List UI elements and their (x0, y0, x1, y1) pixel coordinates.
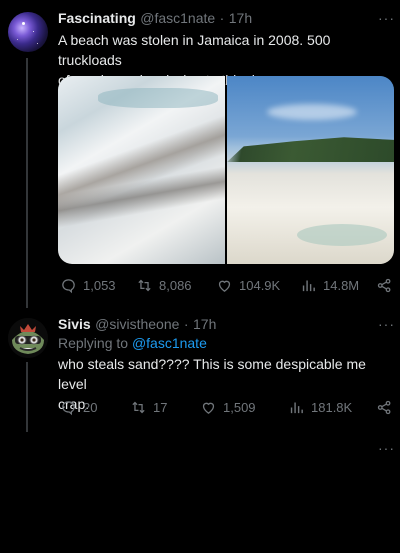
reply-icon (62, 401, 75, 416)
tweet-text-line: A beach was stolen in Jamaica in 2008. 5… (58, 32, 331, 68)
more-options-icon[interactable]: ··· (378, 10, 395, 26)
retweet-icon (132, 401, 145, 414)
tweet-header: Fascinating @fasc1nate · 17h (58, 10, 252, 28)
timestamp[interactable]: 17h (229, 10, 252, 26)
like-button[interactable]: 1,509 (200, 399, 256, 416)
retweet-icon (138, 279, 151, 292)
reply-text-line: who steals sand???? This is some despica… (58, 356, 366, 392)
retweet-button[interactable]: 17 (130, 399, 167, 416)
view-count: 14.8M (323, 278, 360, 293)
separator: · (219, 10, 225, 26)
reply-count: 1,053 (83, 278, 116, 293)
heart-icon (218, 280, 231, 292)
heart-icon (202, 402, 215, 414)
share-icon (377, 278, 391, 293)
more-options-icon[interactable]: ··· (378, 440, 395, 456)
views-button[interactable]: 14.8M (300, 277, 359, 294)
like-button[interactable]: 104.9K (216, 277, 280, 294)
replying-to: Replying to @fasc1nate (58, 335, 207, 351)
share-button[interactable] (376, 277, 393, 294)
replying-to-link[interactable]: @fasc1nate (132, 335, 207, 351)
cartoon-avatar-icon (8, 318, 48, 358)
avatar[interactable] (8, 318, 48, 358)
more-options-icon[interactable]: ··· (378, 316, 395, 332)
thread-line (26, 362, 28, 432)
views-icon (302, 280, 315, 292)
reply-icon (62, 279, 75, 294)
author-name[interactable]: Fascinating (58, 10, 136, 26)
share-icon (377, 400, 391, 415)
views-button[interactable]: 181.8K (288, 399, 352, 416)
retweet-count: 17 (153, 400, 168, 415)
beach-photo-left[interactable] (58, 76, 225, 264)
author-name[interactable]: Sivis (58, 316, 91, 332)
separator: · (183, 316, 189, 332)
replying-to-label: Replying to (58, 335, 129, 351)
view-count: 181.8K (311, 400, 353, 415)
like-count: 104.9K (239, 278, 281, 293)
thread-line (26, 58, 28, 308)
reply-button[interactable]: 20 (60, 399, 97, 416)
retweet-count: 8,086 (159, 278, 192, 293)
like-count: 1,509 (223, 400, 256, 415)
reply-header: Sivis @sivistheone · 17h (58, 316, 216, 334)
beach-photo-right[interactable] (227, 76, 394, 264)
author-handle[interactable]: @sivistheone (95, 316, 179, 332)
reply-button[interactable]: 1,053 (60, 277, 116, 294)
reply-count: 20 (83, 400, 98, 415)
retweet-button[interactable]: 8,086 (136, 277, 192, 294)
timestamp[interactable]: 17h (193, 316, 216, 332)
author-handle[interactable]: @fasc1nate (140, 10, 215, 26)
share-button[interactable] (376, 399, 393, 416)
media-grid[interactable] (58, 76, 394, 264)
avatar[interactable] (8, 12, 48, 52)
views-icon (290, 402, 303, 414)
